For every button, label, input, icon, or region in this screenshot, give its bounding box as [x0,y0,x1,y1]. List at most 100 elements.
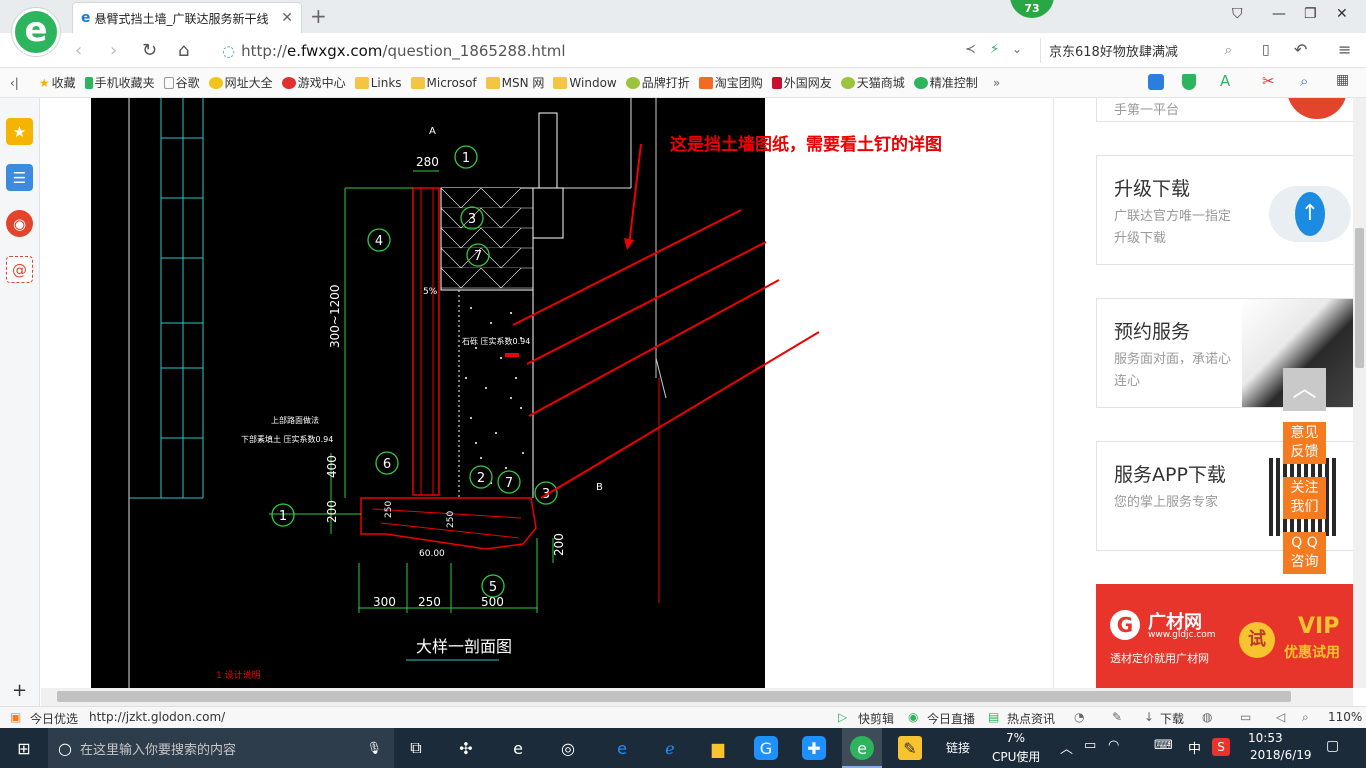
bookmark-foreign[interactable]: 外国网友 [771,74,832,91]
bookmark-taobao[interactable]: 淘宝团购 [698,74,763,91]
feedback-button[interactable]: 意见反馈 [1283,422,1326,464]
microphone-icon[interactable]: 🎙 [367,741,382,755]
ime-indicator[interactable]: 中 [1188,738,1201,757]
notifications-icon[interactable]: ▢ [1326,738,1339,754]
status-clip[interactable]: 快剪辑 [858,710,894,727]
active-browser-task[interactable]: e [842,728,882,768]
bookmark-brand[interactable]: 品牌打折 [625,74,690,91]
bookmark-windows[interactable]: Window [553,76,617,90]
translate-icon[interactable]: A [1220,72,1230,90]
bookmark-favorites[interactable]: ★ 收藏 [39,74,76,91]
bookmark-links[interactable]: Links [354,76,402,90]
clock-date[interactable]: 2018/6/19 [1250,748,1312,762]
swirl-app-icon[interactable]: ◎ [556,736,580,760]
pinwheel-app-icon[interactable]: ✣ [454,736,478,760]
bookmark-games[interactable]: 游戏中心 [281,74,346,91]
notification-badge[interactable]: 73 [1010,0,1054,18]
extension-icon[interactable] [1148,74,1164,90]
follow-us-button[interactable]: 关注我们 [1283,477,1326,519]
forward-button[interactable]: › [110,40,117,61]
feedback-label: 意见反馈 [1290,425,1319,460]
bookmark-precise[interactable]: 精准控制 [913,74,978,91]
taskbar-links-label[interactable]: 链接 [946,739,970,756]
status-news[interactable]: 热点资讯 [1007,710,1055,727]
card-partial[interactable]: 手第一平台 [1096,98,1353,122]
edge-icon[interactable]: e [610,736,634,760]
ie-icon[interactable]: e [506,736,530,760]
wifi-icon[interactable]: ◠ [1108,738,1119,753]
horizontal-scrollbar[interactable] [41,688,1353,706]
favorites-star-icon[interactable]: ★ [6,118,33,145]
lightning-icon[interactable]: ⚡ [990,42,999,57]
clean-icon[interactable]: ◍ [1202,710,1212,724]
close-window-button[interactable]: ✕ [1336,6,1348,22]
bookmark-more[interactable]: » [993,76,1000,90]
shield-icon[interactable] [1182,74,1196,90]
window-icon[interactable]: ▭ [1240,710,1251,724]
bookmark-msn[interactable]: MSN 网 [485,74,544,91]
notes-app-icon[interactable]: ✎ [898,736,922,760]
browser-logo[interactable]: e [12,8,60,56]
horizontal-scroll-thumb[interactable] [57,691,1291,702]
chat-icon [913,76,928,89]
home-button[interactable]: ⌂ [178,40,189,61]
search-icon[interactable]: ⌕ [1225,43,1232,58]
bookmark-google[interactable]: 谷歌 [163,74,200,91]
bookmark-toggle[interactable]: ‹| [10,76,19,90]
plus-app-icon[interactable]: ✚ [802,736,826,760]
ad-slogan: 透材定价就用广材网 [1110,652,1209,665]
apps-icon[interactable]: ▦ [1336,72,1349,88]
card-upgrade-download[interactable]: 升级下载 广联达官方唯一指定升级下载 ↑ [1096,155,1353,265]
glodon-app-icon[interactable]: G [754,736,778,760]
bookmark-sites[interactable]: 网址大全 [208,74,273,91]
bookmark-microsoft[interactable]: Microsof [410,76,477,90]
qq-consult-button[interactable]: Q Q咨询 [1283,532,1326,574]
vertical-scrollbar[interactable] [1353,98,1366,688]
keyboard-icon[interactable]: ⌨ [1154,738,1173,753]
battery-icon[interactable]: ▭ [1084,738,1096,753]
menu-icon[interactable]: ≡ [1338,40,1351,59]
search-box[interactable]: 京东618好物放肆满减 ⌕ [1040,38,1240,63]
new-tab-button[interactable]: + [310,4,327,28]
folder-icon [553,76,568,89]
task-view-icon[interactable]: ⧉ [404,736,428,760]
tool-icon[interactable]: ✎ [1112,710,1122,724]
sogou-icon[interactable]: S [1212,738,1230,756]
status-download[interactable]: 下载 [1160,710,1184,727]
windows-start-icon[interactable]: ⊞ [12,736,36,760]
shirt-icon[interactable]: ⛉ [1232,6,1243,22]
restore-button[interactable]: ❐ [1304,6,1317,22]
internet-explorer-icon[interactable]: ℯ [658,736,682,760]
mail-icon[interactable]: @ [6,256,33,283]
back-button[interactable]: ‹ [75,40,82,61]
bookmark-mobile[interactable]: 手机收藏夹 [84,74,155,91]
magnifier-icon[interactable]: ⌕ [1300,72,1308,90]
list-icon[interactable]: ☰ [6,164,33,191]
chevron-down-icon[interactable]: ⌄ [1012,42,1022,56]
taskbar-search-box[interactable]: ○ 在这里输入你要搜索的内容 🎙 [48,728,394,768]
browser-tab[interactable]: e 悬臂式挡土墙_广联达服务新干线 ✕ [72,2,302,33]
file-explorer-icon[interactable]: ▆ [706,736,730,760]
minimize-button[interactable]: — [1272,6,1286,22]
add-sidebar-icon[interactable]: + [12,680,27,701]
volume-icon[interactable]: ◁ [1276,710,1285,724]
status-zoom[interactable]: 110% [1328,710,1362,724]
back-to-top-button[interactable]: ︿ [1283,368,1326,411]
vertical-scroll-thumb[interactable] [1355,228,1364,368]
undo-icon[interactable]: ↶ [1294,40,1307,59]
reload-button[interactable]: ↻ [142,40,157,61]
mobile-icon[interactable]: ▯ [1262,42,1270,58]
follow-label: 关注我们 [1290,480,1319,515]
speed-icon[interactable]: ◔ [1074,710,1084,724]
tray-expand-icon[interactable]: ︿ [1060,738,1073,757]
scissors-icon[interactable]: ✂ [1262,72,1275,90]
guangcai-ad-banner[interactable]: G 广材网 www.gldjc.com 透材定价就用广材网 试 VIP 优惠试用 [1096,584,1353,688]
bookmark-tmall[interactable]: 天猫商城 [840,74,905,91]
weibo-icon[interactable]: ◉ [6,210,33,237]
status-live[interactable]: 今日直播 [927,710,975,727]
share-icon[interactable]: ≺ [965,42,976,57]
close-tab-icon[interactable]: ✕ [281,10,293,26]
url-field[interactable]: ◌ http://e.fwxgx.com/question_1865288.ht… [222,38,957,63]
status-today-picks[interactable]: 今日优选 [30,710,78,727]
clock-time[interactable]: 10:53 [1248,731,1283,745]
